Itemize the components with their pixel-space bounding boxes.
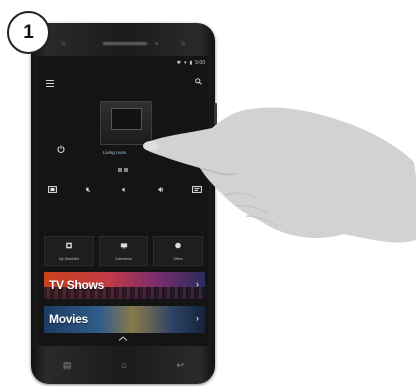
activity-label[interactable]: Living room <box>103 150 153 155</box>
activity-device-icons <box>118 159 134 172</box>
search-icon[interactable] <box>195 78 202 85</box>
sensor <box>155 42 158 45</box>
bluetooth-icon: ✱ <box>176 60 181 66</box>
tile-label: Collections <box>114 257 133 261</box>
status-time: 5:00 <box>195 60 205 66</box>
tile-watchlist[interactable]: My Watchlist <box>44 236 94 266</box>
gear-icon[interactable]: ✹ <box>184 144 192 154</box>
mute-icon[interactable]: 🔇︎ <box>82 185 94 194</box>
tile-collections[interactable]: Collections <box>98 236 149 266</box>
battery-icon: ▮ <box>189 60 193 66</box>
chevron-right-icon: › <box>196 279 199 289</box>
volume-up-icon[interactable]: 🔊︎ <box>155 185 167 194</box>
offers-icon <box>175 242 181 249</box>
input-icon[interactable] <box>46 185 58 194</box>
chevron-right-icon: › <box>196 313 199 323</box>
front-camera <box>61 41 66 46</box>
chevron-up-icon[interactable] <box>118 336 128 341</box>
watchlist-icon <box>66 242 72 249</box>
step-number-badge: 1 <box>7 11 50 54</box>
movies-banner[interactable]: Movies › <box>44 306 205 333</box>
earpiece-speaker <box>103 42 147 45</box>
wifi-icon: ▾ <box>183 60 187 66</box>
remote-control-row: 🔇︎ 🔈︎ 🔊︎ <box>46 185 203 194</box>
android-nav-bar: ▤ ⌂ ↩ <box>38 355 209 375</box>
menu-icon[interactable] <box>46 80 54 88</box>
tile-label: Offers <box>173 257 183 261</box>
banner-title: TV Shows <box>49 278 104 292</box>
guide-icon[interactable] <box>191 185 203 194</box>
sensor <box>181 41 186 46</box>
tile-offers[interactable]: Offers <box>153 236 204 266</box>
recent-apps-icon[interactable]: ▤ <box>63 360 72 370</box>
volume-down-icon[interactable]: 🔈︎ <box>119 185 131 194</box>
tv-shows-banner[interactable]: TV Shows › <box>44 272 205 299</box>
back-icon[interactable]: ↩ <box>177 360 185 370</box>
banner-title: Movies <box>49 312 88 326</box>
phone-screen: ✱ ▾ ▮ 5:00 ✹ Living room 🔇︎ 🔈︎ 🔊︎ My Wat… <box>38 56 209 346</box>
status-bar: ✱ ▾ ▮ 5:00 <box>177 60 205 66</box>
power-icon[interactable] <box>57 145 65 153</box>
tile-label: My Watchlist <box>58 257 79 261</box>
activity-device-image <box>100 101 152 145</box>
shortcut-tiles: My Watchlist Collections Offers <box>44 236 204 266</box>
tv-icon <box>120 243 127 249</box>
home-icon[interactable]: ⌂ <box>121 360 126 370</box>
